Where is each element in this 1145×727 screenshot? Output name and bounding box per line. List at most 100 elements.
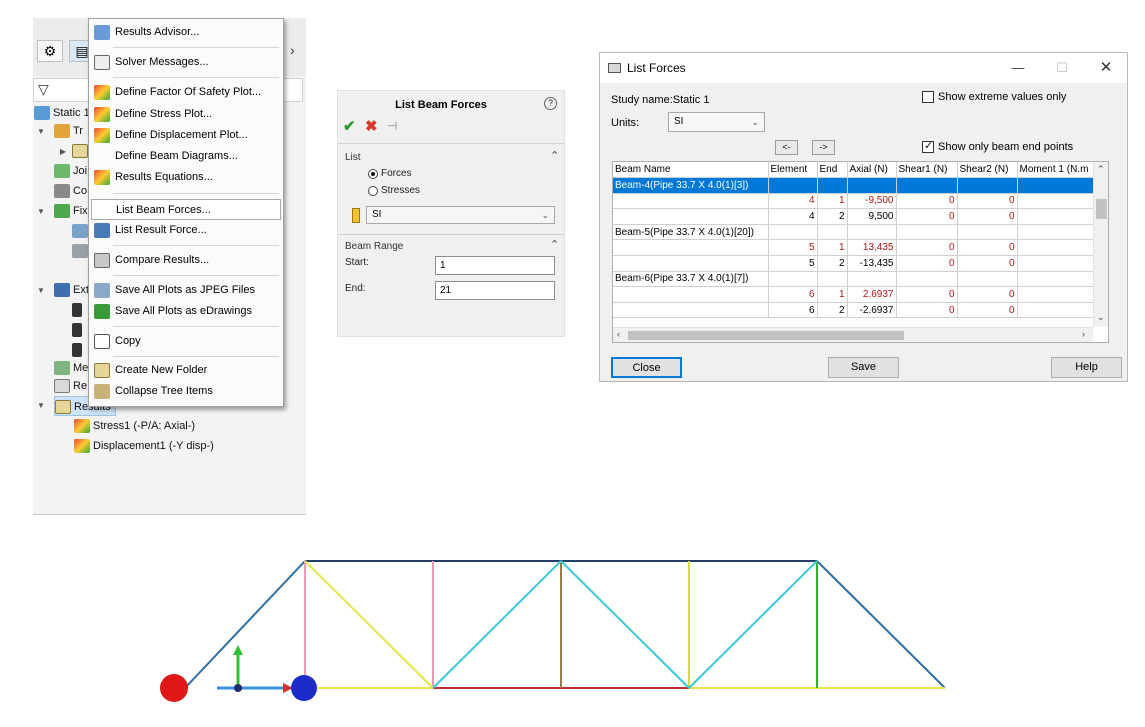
pin-icon[interactable]: ⊣ bbox=[387, 119, 397, 133]
extreme-values-checkbox[interactable] bbox=[922, 91, 934, 103]
end-input[interactable]: 21 bbox=[435, 281, 555, 300]
menu-item-save-jpeg[interactable]: Save All Plots as JPEG Files bbox=[91, 280, 281, 301]
column-header[interactable]: Shear1 (N) bbox=[896, 162, 958, 179]
truss-model-view bbox=[160, 560, 946, 702]
forces-table: Beam Name Element End Axial (N) Shear1 (… bbox=[612, 161, 1109, 343]
close-icon[interactable]: ✕ bbox=[1091, 57, 1121, 79]
table-row[interactable]: Beam-4(Pipe 33.7 X 4.0(1)[3]) bbox=[613, 177, 1094, 194]
help-button[interactable]: Help bbox=[1051, 357, 1122, 378]
end-cell: 2 bbox=[817, 255, 848, 272]
expand-icon[interactable]: ▶ bbox=[58, 147, 68, 156]
maximize-icon[interactable]: ☐ bbox=[1047, 57, 1077, 79]
shear2-cell: 0 bbox=[957, 255, 1018, 272]
shear1-cell: 0 bbox=[896, 255, 958, 272]
tree-item-force-1[interactable] bbox=[72, 300, 85, 320]
vertical-scrollbar[interactable]: ⌃ ⌄ bbox=[1093, 162, 1108, 327]
column-header[interactable]: Axial (N) bbox=[847, 162, 897, 179]
tree-item-displacement1[interactable]: Displacement1 (-Y disp-) bbox=[74, 436, 214, 456]
collapse-caret-icon[interactable]: ⌃ bbox=[550, 149, 559, 162]
forces-radio[interactable] bbox=[368, 169, 378, 179]
menu-item-save-edrawings[interactable]: Save All Plots as eDrawings bbox=[91, 301, 281, 322]
beam-end-points-checkbox[interactable] bbox=[922, 139, 934, 153]
scrollbar-thumb[interactable] bbox=[628, 331, 904, 340]
menu-item-solver-messages[interactable]: Solver Messages... bbox=[91, 52, 281, 73]
tree-item-joints[interactable]: Joi bbox=[54, 161, 87, 181]
expand-icon[interactable]: ▼ bbox=[36, 207, 46, 216]
next-button[interactable]: -> bbox=[812, 140, 835, 155]
column-header[interactable]: Beam Name bbox=[613, 162, 769, 179]
shear2-cell: 0 bbox=[957, 239, 1018, 257]
tree-item-force-2[interactable] bbox=[72, 320, 85, 340]
expand-icon[interactable]: ▼ bbox=[36, 286, 46, 295]
tree-item-study[interactable]: Static 1 bbox=[34, 103, 90, 123]
expand-icon[interactable]: ▼ bbox=[36, 127, 46, 136]
horizontal-scrollbar[interactable]: ‹ › bbox=[613, 327, 1093, 342]
previous-button[interactable]: <- bbox=[775, 140, 798, 155]
table-row[interactable]: 5 2 -13,435 0 0 bbox=[613, 255, 1094, 272]
menu-item-create-new-folder[interactable]: Create New Folder bbox=[91, 360, 281, 381]
stress-plot-icon bbox=[74, 419, 90, 434]
menu-item-results-equations[interactable]: Results Equations... bbox=[91, 167, 281, 188]
extreme-values-label: Show extreme values only bbox=[938, 91, 1067, 103]
table-row[interactable]: 6 2 -2.6937 0 0 bbox=[613, 302, 1094, 319]
units-select[interactable]: SI ⌄ bbox=[668, 112, 765, 132]
chevron-down-icon: ⌄ bbox=[751, 117, 759, 127]
list-forces-dialog: List Forces — ☐ ✕ Study name:Static 1 Un… bbox=[599, 52, 1128, 382]
column-header[interactable]: Moment 1 (N.m bbox=[1017, 162, 1094, 179]
ok-check-icon[interactable]: ✔ bbox=[343, 117, 356, 135]
minimize-icon[interactable]: — bbox=[1003, 57, 1033, 79]
save-button[interactable]: Save bbox=[828, 357, 899, 378]
table-row[interactable]: 4 1 -9,500 0 0 bbox=[613, 193, 1094, 210]
stresses-radio[interactable] bbox=[368, 186, 378, 196]
table-row[interactable]: 5 1 13,435 0 0 bbox=[613, 239, 1094, 257]
units-select[interactable]: SI ⌄ bbox=[366, 206, 555, 224]
table-row[interactable]: 4 2 9,500 0 0 bbox=[613, 208, 1094, 225]
tree-item-result-options[interactable]: Re bbox=[54, 376, 87, 396]
tree-item-truss[interactable]: Tr bbox=[54, 121, 83, 141]
cancel-x-icon[interactable]: ✖ bbox=[365, 117, 378, 135]
chevron-right-icon[interactable]: › bbox=[290, 42, 295, 58]
menu-item-collapse-tree[interactable]: Collapse Tree Items bbox=[91, 381, 281, 402]
menu-item-list-beam-forces[interactable]: List Beam Forces... bbox=[91, 199, 281, 220]
list-section-header: List bbox=[345, 152, 361, 163]
collapse-caret-icon[interactable]: ⌃ bbox=[550, 238, 559, 251]
close-button[interactable]: Close bbox=[611, 357, 682, 378]
tree-item-external-loads[interactable]: Ext bbox=[54, 280, 89, 300]
element-cell: 6 bbox=[768, 286, 818, 303]
scroll-down-icon[interactable]: ⌄ bbox=[1097, 312, 1105, 323]
menu-separator bbox=[113, 326, 279, 327]
table-row[interactable]: Beam-5(Pipe 33.7 X 4.0(1)[20]) bbox=[613, 224, 1094, 241]
menu-item-list-result-force[interactable]: List Result Force... bbox=[91, 220, 281, 241]
tab-feature-manager[interactable]: ⚙ bbox=[37, 40, 63, 62]
menu-separator bbox=[113, 47, 279, 48]
support-node-left bbox=[160, 674, 188, 702]
scroll-up-icon[interactable]: ⌃ bbox=[1097, 164, 1105, 175]
force-icon bbox=[72, 343, 82, 358]
menu-item-compare-results[interactable]: Compare Results... bbox=[91, 250, 281, 271]
scroll-right-icon[interactable]: › bbox=[1082, 329, 1085, 339]
tree-item-fixtures[interactable]: Fix bbox=[54, 201, 88, 221]
help-icon[interactable]: ? bbox=[544, 97, 557, 110]
start-input[interactable]: 1 bbox=[435, 256, 555, 275]
tree-item-mesh[interactable]: Me bbox=[54, 358, 88, 378]
tree-item-stress1[interactable]: Stress1 (-P/A: Axial-) bbox=[74, 416, 195, 436]
menu-item-stress-plot[interactable]: Define Stress Plot... bbox=[91, 104, 281, 125]
menu-item-displacement-plot[interactable]: Define Displacement Plot... bbox=[91, 125, 281, 146]
table-row[interactable]: Beam-6(Pipe 33.7 X 4.0(1)[7]) bbox=[613, 271, 1094, 288]
menu-item-factor-of-safety[interactable]: Define Factor Of Safety Plot... bbox=[91, 82, 281, 103]
scrollbar-thumb[interactable] bbox=[1096, 199, 1107, 219]
end-cell: 1 bbox=[817, 286, 848, 303]
menu-item-copy[interactable]: Copy bbox=[91, 331, 281, 352]
table-row[interactable]: 6 1 2.6937 0 0 bbox=[613, 286, 1094, 303]
scroll-left-icon[interactable]: ‹ bbox=[617, 329, 620, 339]
result-options-icon bbox=[54, 379, 70, 394]
menu-item-results-advisor[interactable]: Results Advisor... bbox=[91, 22, 281, 43]
column-header[interactable]: End bbox=[817, 162, 848, 179]
menu-item-beam-diagrams[interactable]: Define Beam Diagrams... bbox=[91, 146, 281, 167]
axial-cell: -9,500 bbox=[847, 193, 897, 210]
column-header[interactable]: Shear2 (N) bbox=[957, 162, 1018, 179]
tree-item-connections[interactable]: Co bbox=[54, 181, 87, 201]
tree-item-force-3[interactable] bbox=[72, 340, 85, 360]
expand-icon[interactable]: ▼ bbox=[36, 401, 46, 410]
column-header[interactable]: Element bbox=[768, 162, 818, 179]
